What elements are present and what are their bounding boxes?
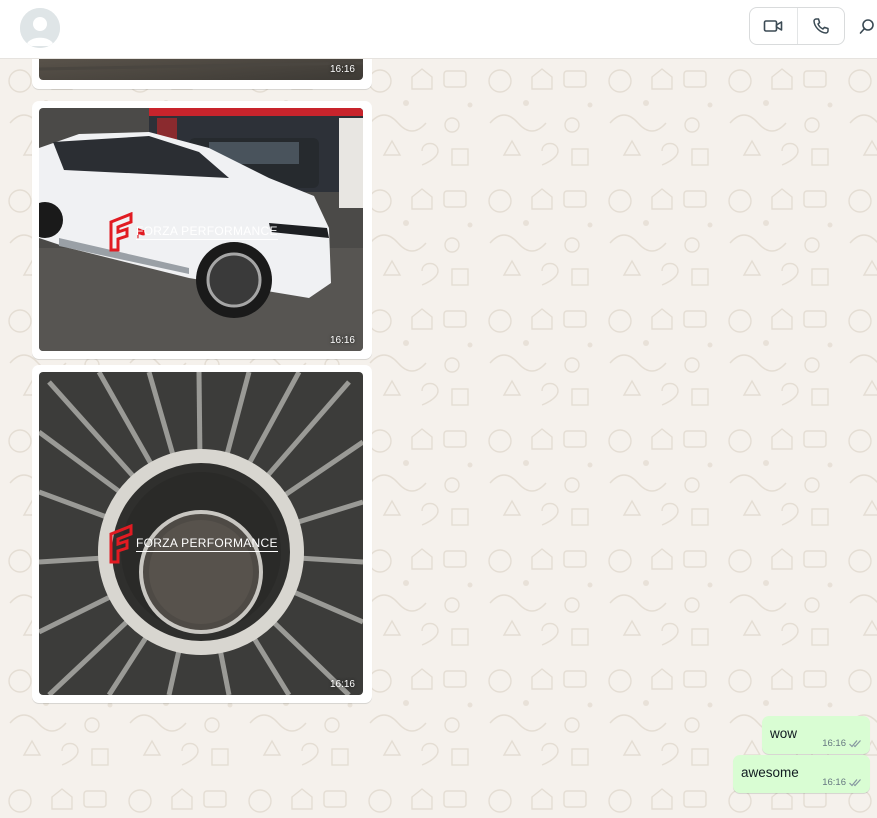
- contact-avatar[interactable]: [20, 8, 60, 48]
- forza-logo-icon: [109, 524, 133, 564]
- voice-call-button[interactable]: [796, 8, 845, 44]
- message-photo[interactable]: 16:16: [39, 59, 363, 80]
- image-timestamp: 16:16: [329, 335, 355, 346]
- message-timestamp: 16:16: [822, 738, 846, 749]
- outgoing-message[interactable]: wow 16:16: [762, 716, 870, 754]
- image-timestamp: 16:16: [329, 64, 355, 75]
- double-check-icon: [849, 740, 861, 748]
- watermark-text: FORZA PERFORMANCE: [136, 536, 278, 552]
- watermark-logo: FORZA PERFORMANCE: [109, 212, 278, 252]
- watermark-logo: FORZA PERFORMANCE: [109, 524, 278, 564]
- video-call-button[interactable]: [750, 8, 797, 44]
- video-camera-icon: [763, 20, 783, 32]
- message-list[interactable]: 16:16 ⚑ FORZA PERFORMANCE 16:16 FORZA PE…: [0, 59, 877, 818]
- search-button[interactable]: [858, 16, 877, 38]
- phone-icon: [813, 18, 829, 34]
- call-button-group: [749, 7, 845, 45]
- outgoing-message[interactable]: awesome 16:16: [733, 755, 870, 793]
- message-text: wow: [770, 726, 798, 741]
- message-photo[interactable]: ⚑ FORZA PERFORMANCE 16:16: [39, 108, 363, 351]
- image-message[interactable]: ⚑ FORZA PERFORMANCE 16:16: [32, 101, 372, 359]
- chat-header: [0, 0, 877, 59]
- image-timestamp: 16:16: [329, 679, 355, 690]
- message-timestamp: 16:16: [822, 777, 846, 788]
- image-message[interactable]: FORZA PERFORMANCE 16:16: [32, 365, 372, 703]
- image-message[interactable]: 16:16: [32, 59, 372, 89]
- default-contact-avatar-icon: [20, 8, 60, 48]
- message-meta: 16:16: [822, 738, 862, 749]
- ground-photo: [39, 59, 363, 80]
- search-icon: [859, 19, 874, 34]
- message-text: awesome: [741, 765, 799, 780]
- forza-logo-icon: [109, 212, 133, 252]
- double-check-icon: [849, 779, 861, 787]
- message-photo[interactable]: FORZA PERFORMANCE 16:16: [39, 372, 363, 695]
- message-meta: 16:16: [822, 777, 862, 788]
- watermark-text: FORZA PERFORMANCE: [136, 224, 278, 240]
